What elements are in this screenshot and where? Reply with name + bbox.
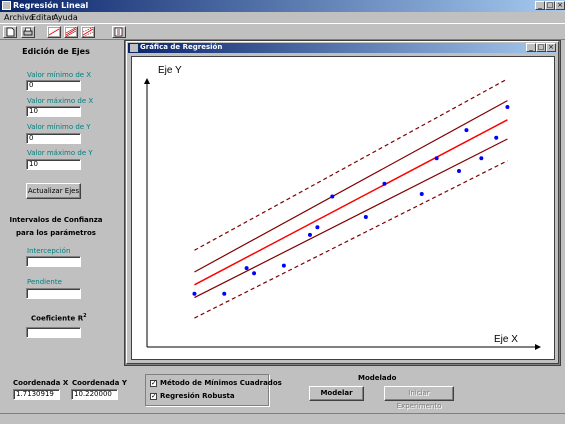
r2-label-text: Coeficiente R (31, 314, 84, 323)
data-point-0 (192, 291, 197, 296)
slope-input[interactable] (26, 288, 81, 299)
menu-archivo[interactable]: Archivo (4, 13, 34, 22)
confidence-title-2: para los parámetros (16, 229, 96, 237)
prediction-band-lower (194, 160, 508, 319)
graph-maximize-button[interactable]: □ (536, 43, 546, 52)
print-icon[interactable] (21, 26, 35, 38)
data-point-15 (494, 135, 499, 140)
graph-window-titlebar: Gráfica de Regresión _ □ × (128, 43, 556, 53)
data-point-7 (330, 194, 335, 199)
data-point-8 (363, 215, 368, 220)
coord-y-label: Coordenada Y (72, 379, 127, 387)
intercept-input[interactable] (26, 256, 81, 267)
app-icon[interactable] (2, 1, 11, 10)
xmin-label: Valor mínimo de X (27, 71, 92, 79)
data-point-12 (456, 168, 461, 173)
regression-chart: Eje Y Eje X (144, 65, 541, 350)
r2-input[interactable] (26, 327, 81, 338)
robust-checkbox[interactable]: ✓ (150, 393, 157, 400)
left-panel: Edición de Ejes Valor mínimo de X 0 Valo… (0, 40, 122, 366)
plot-area[interactable]: Eje Y Eje X (131, 56, 555, 360)
data-point-3 (252, 271, 257, 276)
least-squares-label: Método de Mínimos Cuadrados (160, 379, 282, 387)
confidence-title-1: Intervalos de Confianza (9, 216, 103, 224)
regression-line (194, 119, 508, 286)
data-point-16 (505, 105, 510, 110)
graph-window-icon[interactable] (130, 44, 138, 52)
status-bar (0, 413, 565, 424)
xmax-input[interactable]: 10 (26, 106, 81, 117)
data-point-14 (479, 156, 484, 161)
toolbar (0, 23, 565, 40)
coord-y-input[interactable]: 10.220000 (71, 389, 118, 400)
update-axes-button[interactable]: Actualizar Ejes (26, 183, 81, 199)
data-point-13 (464, 128, 469, 133)
chart-bands-icon[interactable] (81, 26, 95, 38)
y-axis-label: Eje Y (158, 65, 182, 76)
menu-editar[interactable]: Editar (31, 13, 55, 22)
least-squares-checkbox[interactable]: ✓ (150, 380, 157, 387)
ymin-input[interactable]: 0 (26, 133, 81, 144)
graph-close-button[interactable]: × (546, 43, 556, 52)
menu-ayuda[interactable]: Ayuda (53, 13, 78, 22)
data-point-4 (281, 263, 286, 268)
window-title: Regresión Lineal (13, 1, 89, 10)
chart-scatter-icon[interactable] (64, 26, 78, 38)
graph-window-title: Gráfica de Regresión (140, 43, 223, 51)
xmax-label: Valor máximo de X (27, 97, 94, 105)
maximize-button[interactable]: □ (545, 1, 555, 10)
r2-superscript: 2 (83, 313, 87, 319)
confidence-band-upper (194, 100, 508, 273)
data-point-10 (419, 192, 424, 197)
close-button[interactable]: × (555, 1, 565, 10)
data-point-6 (315, 225, 320, 230)
ymin-label: Valor mínimo de Y (27, 123, 91, 131)
data-point-11 (434, 156, 439, 161)
robust-label: Regresión Robusta (160, 392, 235, 400)
data-point-2 (244, 266, 249, 271)
bottom-panel: Coordenada X 1.7130919 Coordenada Y 10.2… (0, 366, 565, 413)
prediction-band-upper (194, 78, 508, 251)
data-point-9 (382, 181, 387, 186)
graph-minimize-button[interactable]: _ (526, 43, 536, 52)
ymax-label: Valor máximo de Y (27, 149, 93, 157)
data-point-1 (222, 291, 227, 296)
coord-x-input[interactable]: 1.7130919 (13, 389, 60, 400)
x-axis-label: Eje X (494, 334, 518, 345)
coord-x-label: Coordenada X (13, 379, 69, 387)
axes-panel-title: Edición de Ejes (22, 47, 90, 56)
xmin-input[interactable]: 0 (26, 80, 81, 91)
intercept-label: Intercepción (27, 247, 71, 255)
modeling-title: Modelado (358, 374, 397, 382)
data-point-5 (307, 232, 312, 237)
menu-bar: Archivo Editar Ayuda (0, 12, 565, 23)
minimize-button[interactable]: _ (535, 1, 545, 10)
r2-label: Coeficiente R2 (31, 313, 87, 322)
slope-label: Pendiente (27, 278, 62, 286)
title-bar: Regresión Lineal _ □ × (0, 0, 565, 12)
exit-icon[interactable] (112, 26, 126, 38)
model-button[interactable]: Modelar (309, 386, 364, 401)
start-experiment-button[interactable]: Iniciar Experimento (384, 386, 454, 410)
ymax-input[interactable]: 10 (26, 159, 81, 170)
confidence-band-lower (194, 138, 508, 299)
new-file-icon[interactable] (3, 26, 17, 38)
chart-line-icon[interactable] (47, 26, 61, 38)
